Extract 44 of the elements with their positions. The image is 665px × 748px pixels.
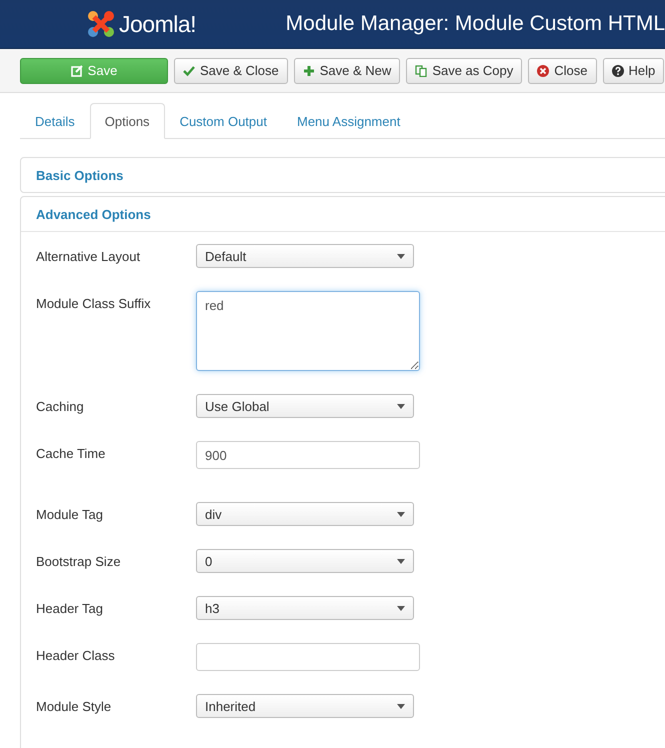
caret-icon	[397, 512, 405, 516]
tab[interactable]: Options	[90, 103, 165, 139]
caret-icon	[397, 704, 405, 708]
select-field[interactable]: Inherited	[196, 694, 414, 718]
input-field[interactable]: red	[196, 291, 420, 371]
caret-icon	[397, 606, 405, 610]
select-field[interactable]: 0	[196, 549, 414, 573]
tab[interactable]: Custom Output	[164, 103, 282, 139]
field-label: Alternative Layout	[36, 248, 142, 264]
logo-text: Joomla!	[119, 10, 196, 38]
toolbar-button[interactable]: Save as Copy	[406, 58, 522, 84]
panel-heading[interactable]: Basic Options	[21, 158, 665, 192]
panel-heading[interactable]: Advanced Options	[21, 197, 665, 231]
input-field[interactable]: 900	[196, 441, 420, 469]
logo-icon	[86, 9, 116, 39]
toolbar-button[interactable]: Save & Close	[174, 58, 288, 84]
toolbar-button[interactable]: Close	[528, 58, 596, 84]
select-field[interactable]: Use Global	[196, 394, 414, 418]
select-field[interactable]: h3	[196, 596, 414, 620]
help-icon	[612, 64, 624, 76]
plus-icon	[302, 64, 315, 76]
select-field[interactable]: div	[196, 502, 414, 526]
input-field[interactable]	[196, 643, 420, 671]
copy-icon	[415, 64, 428, 76]
field-label: Header Class	[36, 647, 116, 663]
tab[interactable]: Menu Assignment	[282, 103, 416, 139]
field-label: Cache Time	[36, 445, 106, 461]
caret-icon	[397, 254, 405, 258]
field-label: Caching	[36, 398, 85, 414]
field-label: Module Style	[36, 698, 112, 714]
field-label: Bootstrap Size	[36, 553, 122, 569]
tab[interactable]: Details	[20, 103, 90, 139]
close-icon	[537, 64, 550, 76]
field-label: Module Class Suffix	[36, 295, 152, 311]
toolbar-button[interactable]: Help	[602, 58, 664, 84]
field-label: Module Tag	[36, 506, 104, 522]
field-label: Header Tag	[36, 600, 104, 616]
caret-icon	[397, 404, 405, 408]
edit-icon	[70, 64, 83, 76]
page-title: Module Manager: Module Custom HTML	[286, 12, 665, 36]
caret-icon	[397, 558, 405, 564]
check-icon	[183, 64, 195, 76]
select-field[interactable]: Default	[196, 244, 414, 268]
toolbar-button[interactable]: Save & New	[294, 58, 400, 84]
